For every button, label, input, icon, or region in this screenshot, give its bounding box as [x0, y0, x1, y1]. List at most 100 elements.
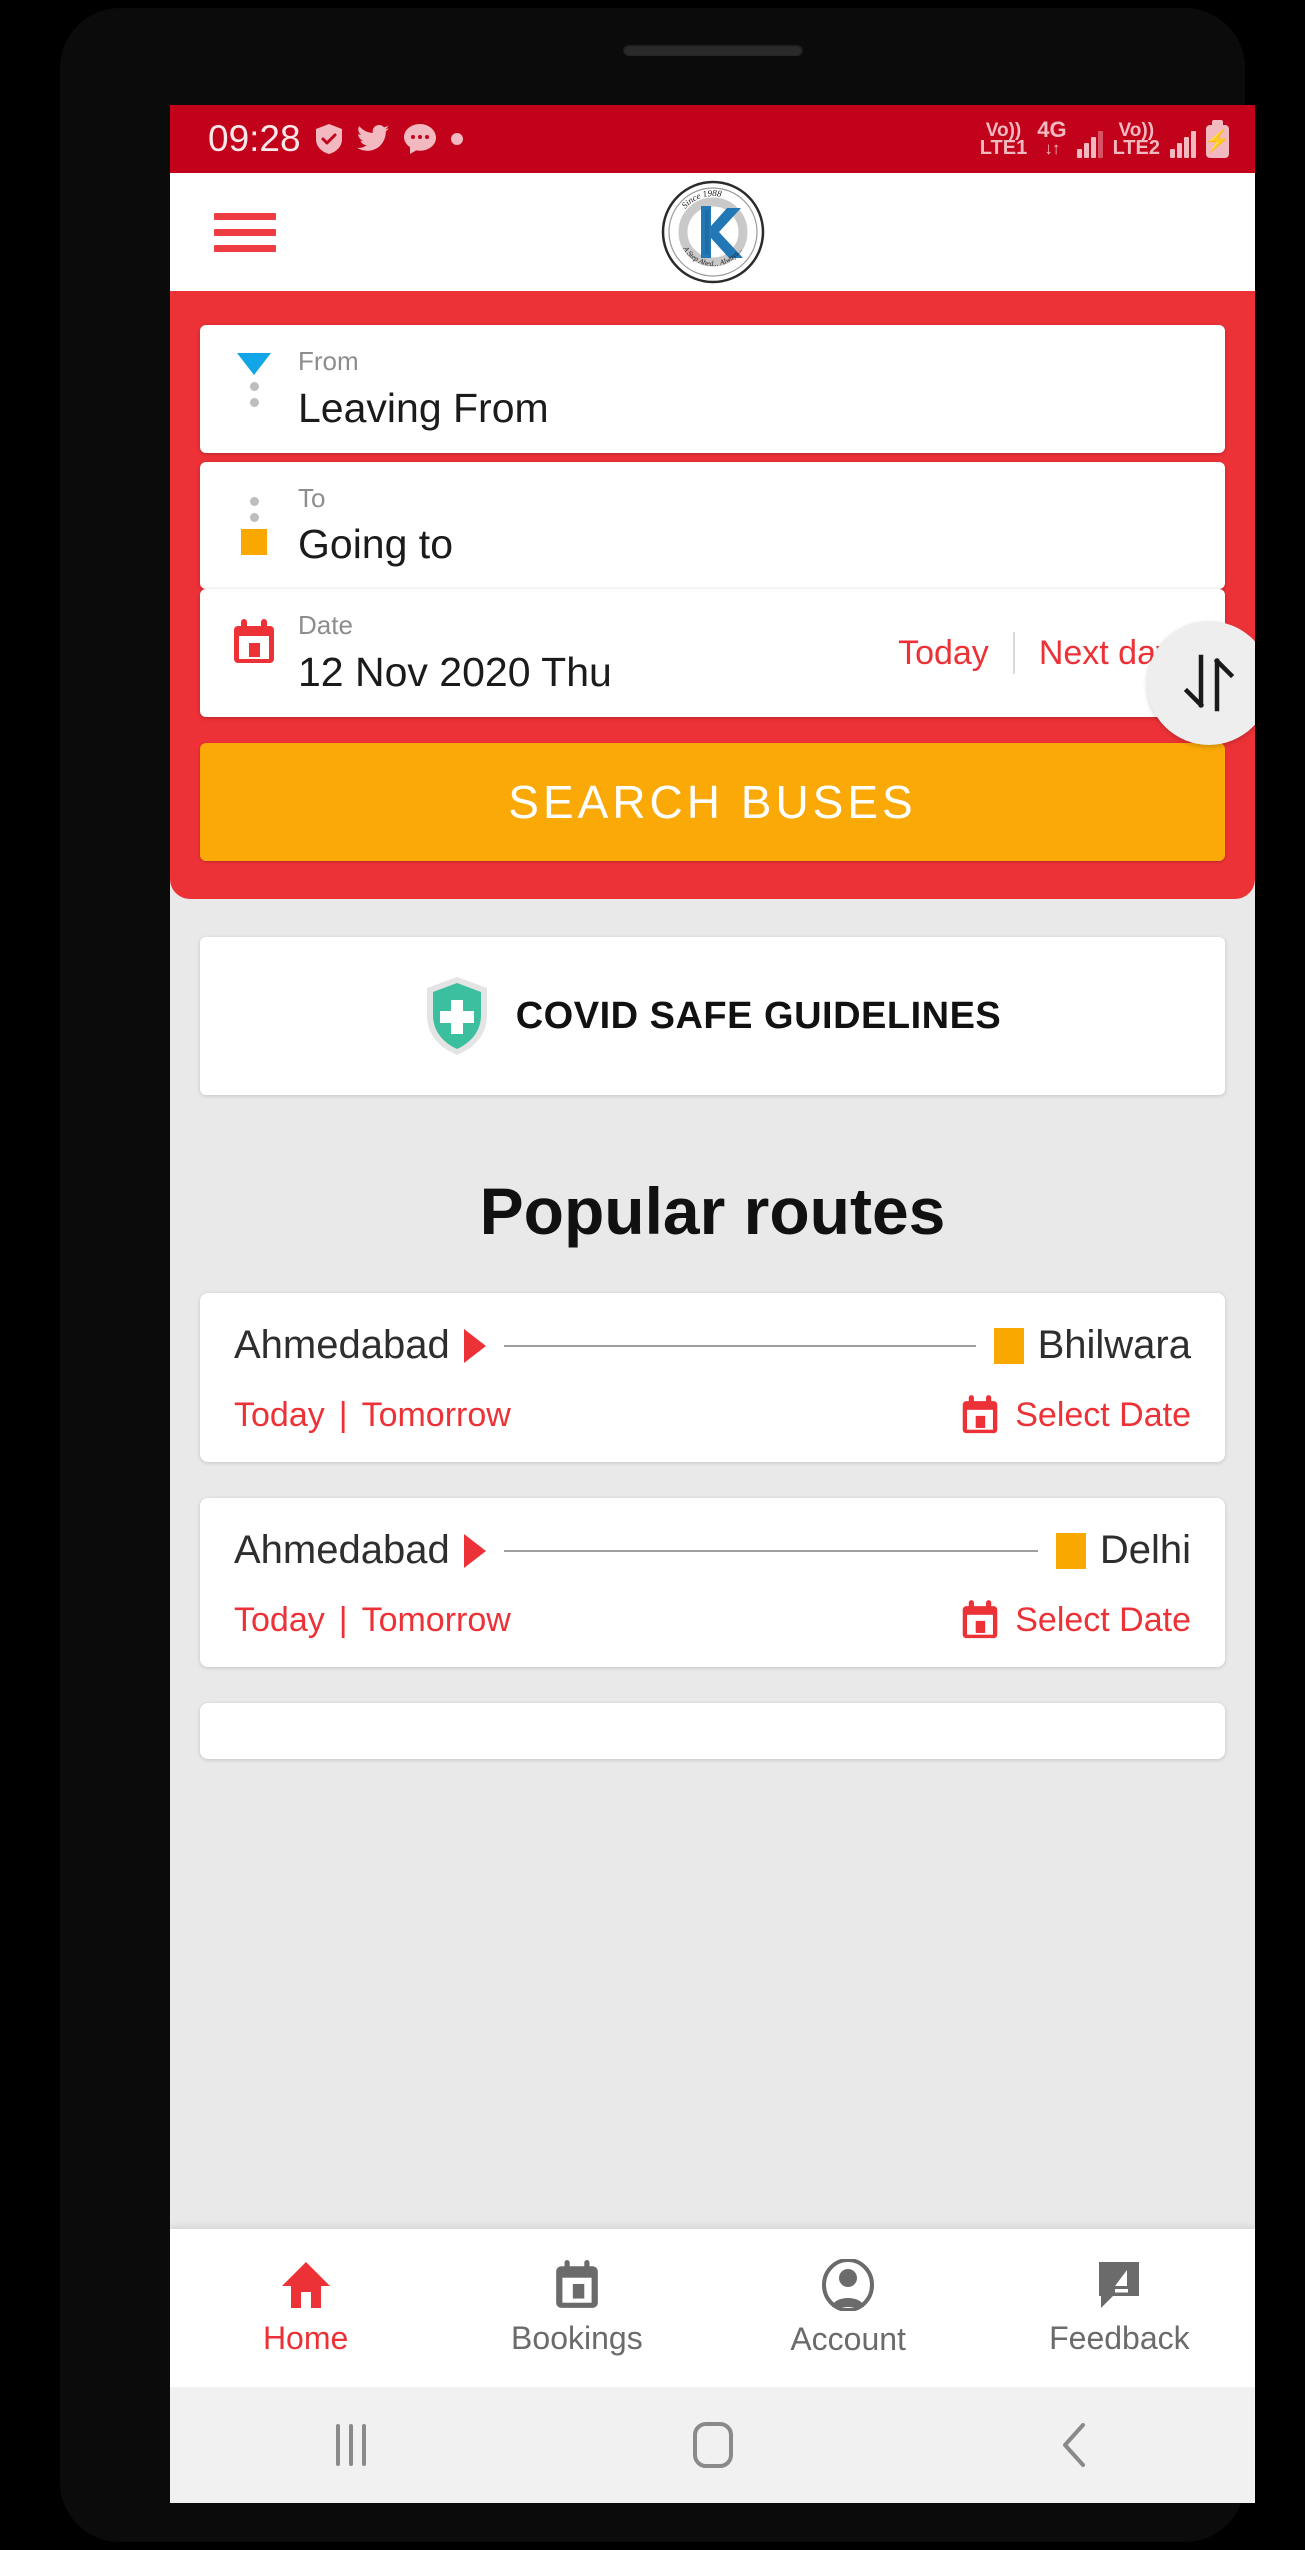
- date-today-button[interactable]: Today: [874, 634, 1013, 673]
- hamburger-bar: [214, 228, 276, 236]
- nav-label-account: Account: [790, 2320, 906, 2357]
- volte1-indicator: Vo)) LTE1: [979, 120, 1028, 160]
- dot-icon: [450, 133, 463, 145]
- bottom-navigation: Home Bookings Account Feedback: [170, 2229, 1255, 2387]
- route-select-date[interactable]: Select Date: [961, 1394, 1191, 1436]
- search-buses-button[interactable]: SEARCH BUSES: [200, 743, 1225, 862]
- nav-label-bookings: Bookings: [511, 2319, 643, 2356]
- status-clock: 09:28: [208, 118, 301, 159]
- signal-bars-sim2-icon: [1170, 130, 1196, 158]
- battery-charging-icon: ⚡: [1203, 119, 1232, 158]
- route-from-city: Ahmedabad: [234, 1528, 450, 1573]
- route-quick-dates: Today | Tomorrow: [234, 1396, 511, 1435]
- route-card[interactable]: Ahmedabad Delhi Today | Tomorrow Select …: [200, 1498, 1225, 1668]
- from-field-card[interactable]: From Leaving From: [200, 325, 1225, 453]
- android-navigation-bar: [170, 2387, 1255, 2503]
- home-square-icon: [692, 2422, 733, 2468]
- hamburger-icon[interactable]: [214, 204, 276, 261]
- app-header: Since 1988 A Step Ahed... Always...: [170, 173, 1255, 291]
- route-today-button[interactable]: Today: [234, 1396, 325, 1435]
- feedback-speech-icon: [1099, 2261, 1140, 2308]
- status-bar-left: 09:28: [208, 118, 463, 160]
- chat-bubble-icon: [403, 124, 436, 154]
- date-field-card[interactable]: Date 12 Nov 2020 Thu Today Next day: [200, 589, 1225, 718]
- route-connector-line: [503, 1549, 1038, 1552]
- volte2-line2: LTE2: [1112, 137, 1160, 160]
- route-actions: Today | Tomorrow Select Date: [234, 1394, 1191, 1436]
- status-bar-right: Vo)) LTE1 4G ↓↑ Vo)) LTE2 ⚡: [979, 117, 1232, 160]
- app-logo[interactable]: Since 1988 A Step Ahed... Always...: [661, 180, 765, 284]
- covid-guidelines-banner[interactable]: COVID SAFE GUIDELINES: [200, 937, 1225, 1096]
- popular-routes-title: Popular routes: [479, 1174, 946, 1249]
- route-to-city: Bhilwara: [1037, 1323, 1191, 1368]
- route-today-button[interactable]: Today: [234, 1601, 325, 1640]
- route-date-separator: |: [338, 1395, 348, 1434]
- phone-screen: 09:28 Vo)) LTE1 4G ↓↑ Vo)) LTE2 ⚡ Since …: [170, 105, 1255, 2503]
- nav-item-account[interactable]: Account: [713, 2258, 984, 2358]
- account-person-icon: [822, 2258, 875, 2311]
- to-label: To: [298, 482, 326, 513]
- red-triangle-right-icon: [463, 1533, 486, 1568]
- to-field-text: To Going to: [298, 484, 453, 568]
- route-tomorrow-button[interactable]: Tomorrow: [362, 1396, 511, 1435]
- volte1-line2: LTE1: [979, 137, 1028, 160]
- from-label: From: [298, 346, 359, 376]
- blue-triangle-down-icon: [237, 353, 271, 375]
- swap-arrows-icon: [1183, 654, 1235, 712]
- date-left-group: Date 12 Nov 2020 Thu: [228, 611, 874, 695]
- android-back-button[interactable]: [893, 2421, 1255, 2469]
- from-field-row: From Leaving From: [228, 347, 1197, 431]
- route-select-date-label[interactable]: Select Date: [1015, 1396, 1191, 1435]
- route-date-separator: |: [338, 1600, 348, 1639]
- to-input[interactable]: Going to: [298, 522, 453, 567]
- network-type-label: 4G: [1037, 117, 1067, 143]
- recents-icon: [335, 2424, 366, 2466]
- calendar-icon-wrap: [228, 611, 280, 665]
- calendar-icon: [962, 1395, 998, 1434]
- route-endpoints: Ahmedabad Delhi: [234, 1528, 1191, 1573]
- route-endpoints: Ahmedabad Bhilwara: [234, 1323, 1191, 1368]
- route-from-city: Ahmedabad: [234, 1323, 450, 1368]
- status-bar: 09:28 Vo)) LTE1 4G ↓↑ Vo)) LTE2 ⚡: [170, 105, 1255, 173]
- nav-item-bookings[interactable]: Bookings: [441, 2259, 712, 2357]
- to-marker-column: [228, 484, 280, 555]
- signal-bars-sim1-icon: [1076, 130, 1103, 158]
- nav-label-home: Home: [262, 2319, 349, 2356]
- route-dot-icon: [249, 512, 259, 522]
- battery-bolt-glyph: ⚡: [1203, 128, 1232, 154]
- to-field-row: To Going to: [228, 484, 1197, 568]
- route-dot-icon: [249, 496, 259, 506]
- twitter-icon: [356, 125, 389, 153]
- android-home-button[interactable]: [532, 2422, 894, 2468]
- date-field-text: Date 12 Nov 2020 Thu: [298, 611, 612, 695]
- nav-item-feedback[interactable]: Feedback: [984, 2260, 1255, 2357]
- calendar-icon: [962, 1600, 998, 1639]
- route-select-date-label[interactable]: Select Date: [1015, 1601, 1191, 1640]
- route-select-date[interactable]: Select Date: [961, 1599, 1191, 1641]
- orange-square-icon: [993, 1327, 1024, 1364]
- main-content: COVID SAFE GUIDELINES Popular routes Ahm…: [170, 937, 1255, 1760]
- route-card-partial[interactable]: [200, 1703, 1225, 1760]
- search-panel: From Leaving From To Going to Date 12 No…: [170, 291, 1255, 900]
- route-card[interactable]: Ahmedabad Bhilwara Today | Tomorrow Sele…: [200, 1293, 1225, 1463]
- nav-item-home[interactable]: Home: [170, 2260, 441, 2357]
- route-tomorrow-button[interactable]: Tomorrow: [362, 1601, 511, 1640]
- back-chevron-icon: [1063, 2423, 1086, 2467]
- route-connector-line: [503, 1344, 976, 1347]
- speaker-grille: [623, 44, 803, 56]
- nav-label-feedback: Feedback: [1049, 2319, 1190, 2356]
- from-field-text: From Leaving From: [298, 347, 549, 431]
- calendar-icon: [234, 619, 274, 664]
- from-input[interactable]: Leaving From: [298, 385, 549, 431]
- route-quick-dates: Today | Tomorrow: [234, 1601, 511, 1640]
- orange-square-icon: [1055, 1532, 1086, 1569]
- route-dot-icon: [249, 382, 259, 391]
- android-recents-button[interactable]: [170, 2424, 532, 2466]
- shield-check-icon: [315, 124, 342, 154]
- to-field-card[interactable]: To Going to: [200, 461, 1225, 590]
- volte2-indicator: Vo)) LTE2: [1112, 120, 1160, 160]
- swap-locations-button[interactable]: [1147, 621, 1255, 745]
- date-value[interactable]: 12 Nov 2020 Thu: [298, 649, 612, 695]
- covid-banner-label: COVID SAFE GUIDELINES: [515, 994, 1002, 1037]
- phone-frame: 09:28 Vo)) LTE1 4G ↓↑ Vo)) LTE2 ⚡ Since …: [0, 0, 1305, 2550]
